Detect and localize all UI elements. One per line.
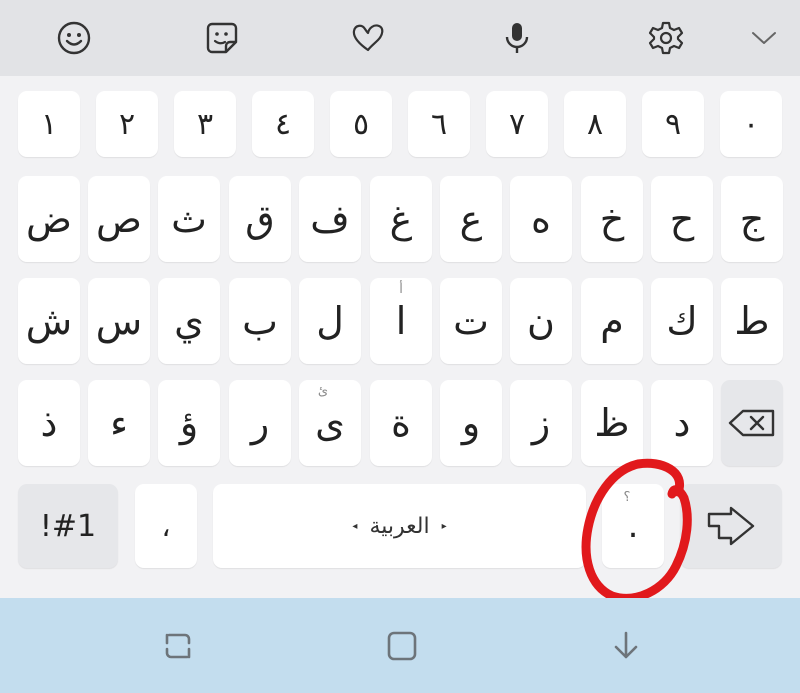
key-8[interactable]: ٨ xyxy=(564,91,626,157)
key-0[interactable]: ٠ xyxy=(720,91,782,157)
key-2[interactable]: ٢ xyxy=(96,91,158,157)
key-3[interactable]: ٣ xyxy=(174,91,236,157)
key-sheen[interactable]: ش xyxy=(18,278,80,364)
enter-key[interactable] xyxy=(680,484,782,568)
symbols-key[interactable]: !#1 xyxy=(18,484,118,568)
key-5[interactable]: ٥ xyxy=(330,91,392,157)
enter-arrow-icon xyxy=(707,506,755,546)
key-ya[interactable]: ي xyxy=(158,278,220,364)
backspace-icon xyxy=(728,409,775,437)
settings-gear-icon[interactable] xyxy=(646,18,686,58)
key-seen[interactable]: س xyxy=(88,278,150,364)
key-alef-maqsura-label: ى xyxy=(315,401,345,445)
key-waw[interactable]: و xyxy=(440,380,502,466)
home-icon[interactable] xyxy=(382,626,422,666)
key-waw-hamza[interactable]: ؤ xyxy=(158,380,220,466)
key-lam[interactable]: ل xyxy=(299,278,361,364)
key-ta[interactable]: ت xyxy=(440,278,502,364)
key-zain[interactable]: ز xyxy=(510,380,572,466)
heart-doodle-icon[interactable] xyxy=(348,18,388,58)
period-key-hint: ؟ xyxy=(623,490,631,505)
system-navigation-bar xyxy=(0,598,800,693)
hide-keyboard-icon[interactable] xyxy=(606,626,646,666)
space-key-label-group: ◂ العربية ▸ xyxy=(352,514,446,539)
key-ghain[interactable]: غ xyxy=(370,176,432,262)
key-alef-maqsura[interactable]: ئ ى xyxy=(299,380,361,466)
microphone-icon[interactable] xyxy=(497,18,537,58)
key-dal[interactable]: د xyxy=(651,380,713,466)
key-ta-marbuta[interactable]: ة xyxy=(370,380,432,466)
keyboard-toolbar xyxy=(0,0,800,76)
key-7[interactable]: ٧ xyxy=(486,91,548,157)
language-left-arrow-icon: ◂ xyxy=(352,520,358,532)
emoji-icon[interactable] xyxy=(54,18,94,58)
key-qaf[interactable]: ق xyxy=(229,176,291,262)
key-noon[interactable]: ن xyxy=(510,278,572,364)
key-tha[interactable]: ث xyxy=(158,176,220,262)
key-tta[interactable]: ط xyxy=(721,278,783,364)
key-hha[interactable]: ح xyxy=(651,176,713,262)
period-key[interactable]: ؟ . xyxy=(602,484,664,568)
key-6[interactable]: ٦ xyxy=(408,91,470,157)
collapse-chevron-icon[interactable] xyxy=(744,18,784,58)
key-hamza[interactable]: ء xyxy=(88,380,150,466)
backspace-key[interactable] xyxy=(721,380,783,466)
key-ra[interactable]: ر xyxy=(229,380,291,466)
language-label: العربية xyxy=(369,513,430,539)
key-dha[interactable]: ظ xyxy=(581,380,643,466)
comma-key[interactable]: ، xyxy=(135,484,197,568)
sticker-icon[interactable] xyxy=(202,18,242,58)
key-kaf[interactable]: ك xyxy=(651,278,713,364)
key-ha[interactable]: ه xyxy=(510,176,572,262)
key-sad[interactable]: ص xyxy=(88,176,150,262)
key-fa[interactable]: ف xyxy=(299,176,361,262)
recent-apps-icon[interactable] xyxy=(158,626,198,666)
key-jeem[interactable]: ج xyxy=(721,176,783,262)
key-1[interactable]: ١ xyxy=(18,91,80,157)
key-alef-maqsura-hint: ئ xyxy=(317,384,329,399)
language-right-arrow-icon: ▸ xyxy=(441,520,447,532)
key-dad[interactable]: ض xyxy=(18,176,80,262)
key-alef-label: ا xyxy=(395,299,407,343)
key-ain[interactable]: ع xyxy=(440,176,502,262)
key-alef-hint: أ xyxy=(399,282,403,297)
key-thal[interactable]: ذ xyxy=(18,380,80,466)
period-key-label: . xyxy=(627,506,639,546)
key-9[interactable]: ٩ xyxy=(642,91,704,157)
keyboard-keys-area: ١ ٢ ٣ ٤ ٥ ٦ ٧ ٨ ٩ ٠ ض ص ث ق ف غ ع ه خ ح … xyxy=(0,76,800,598)
key-meem[interactable]: م xyxy=(581,278,643,364)
key-4[interactable]: ٤ xyxy=(252,91,314,157)
space-key[interactable]: ◂ العربية ▸ xyxy=(213,484,586,568)
key-alef[interactable]: أ ا xyxy=(370,278,432,364)
key-kha[interactable]: خ xyxy=(581,176,643,262)
key-ba[interactable]: ب xyxy=(229,278,291,364)
